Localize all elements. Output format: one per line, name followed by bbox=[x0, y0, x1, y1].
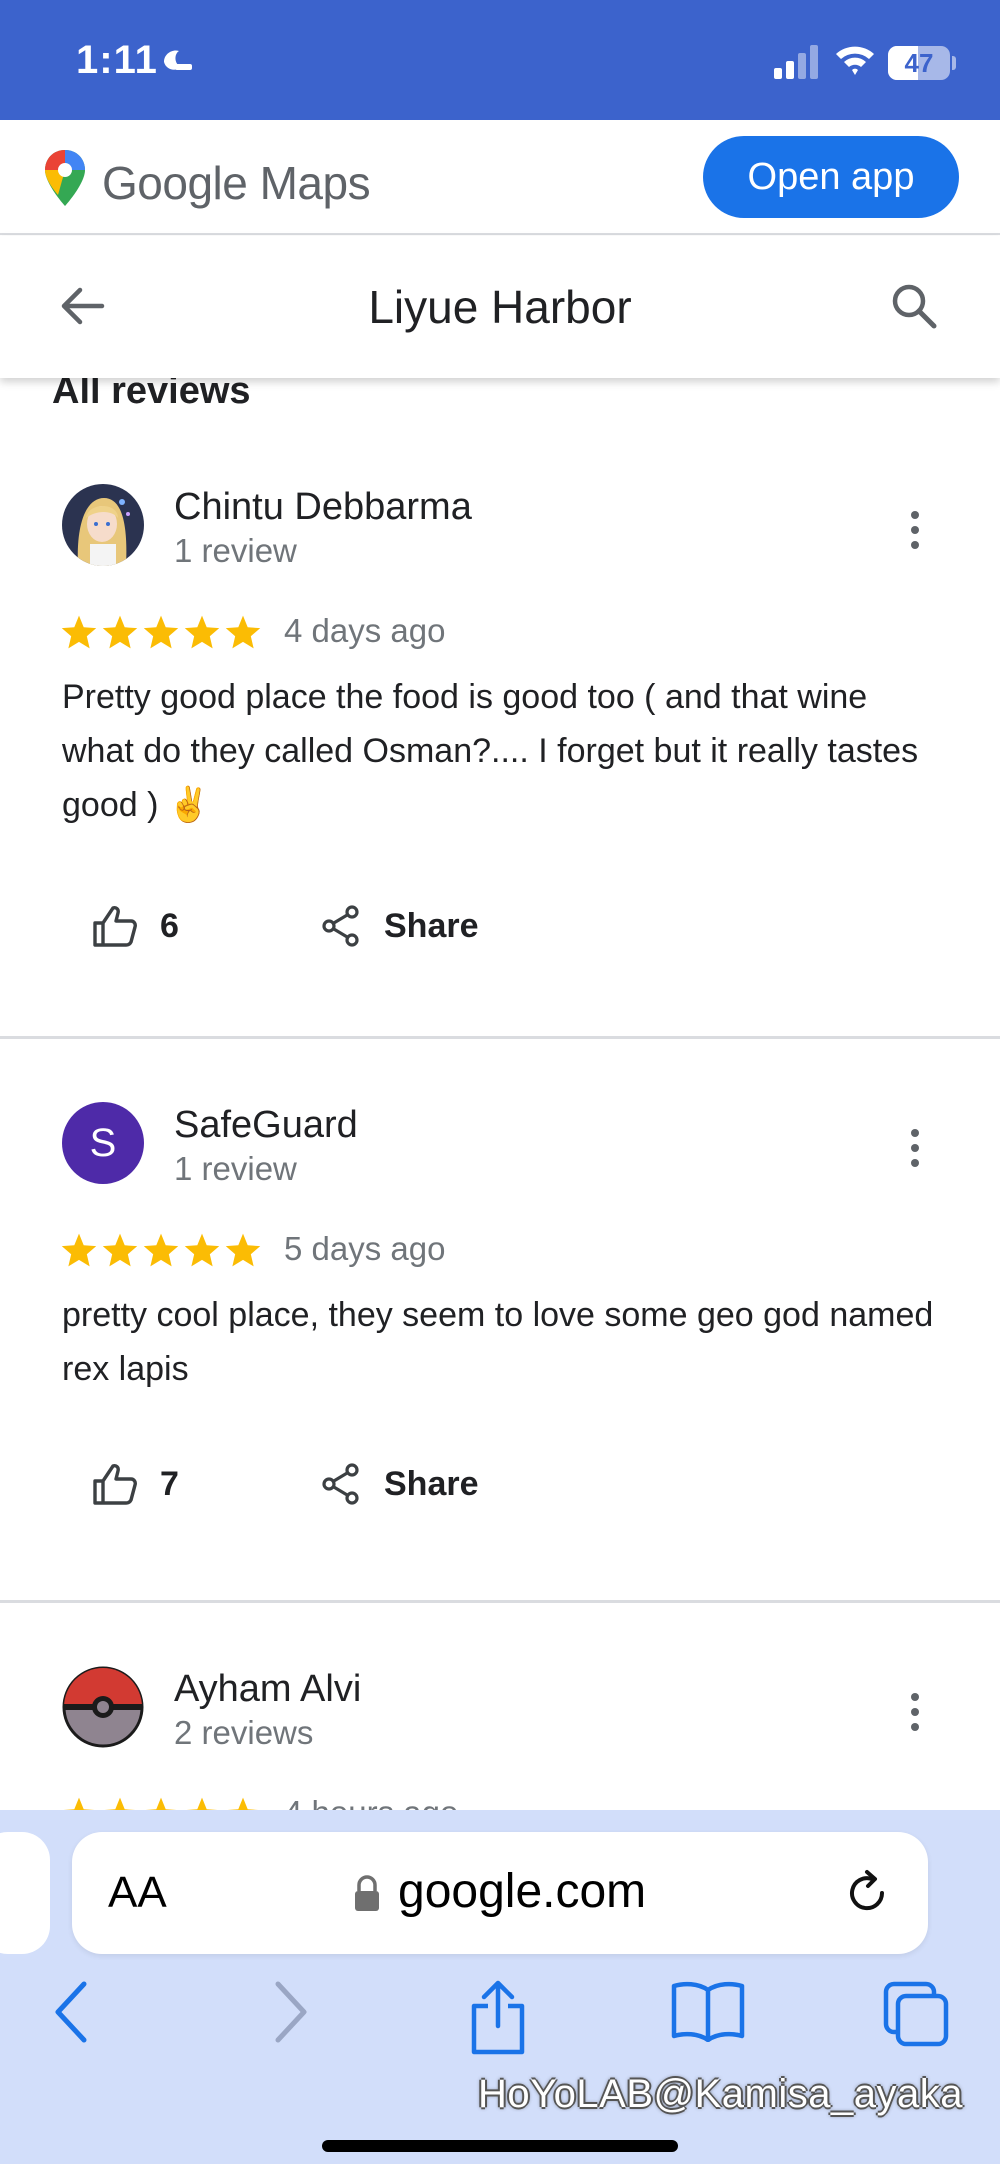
review-text: pretty cool place, they seem to love som… bbox=[62, 1296, 934, 1388]
battery-level: 47 bbox=[904, 48, 934, 78]
like-button[interactable]: 6 bbox=[92, 904, 179, 948]
share-label: Share bbox=[384, 906, 479, 945]
review-date: 5 days ago bbox=[284, 1230, 446, 1267]
share-label: Share bbox=[384, 1464, 479, 1503]
aa-label: AA bbox=[108, 1868, 167, 1917]
review-date: 4 days ago bbox=[284, 612, 446, 649]
star-rating bbox=[60, 1232, 262, 1268]
browser-nav-row bbox=[0, 1980, 1000, 2080]
share-sheet-icon[interactable] bbox=[468, 1980, 528, 2056]
review-divider bbox=[0, 1036, 1000, 1039]
share-icon bbox=[322, 1463, 359, 1505]
maps-header: Google Maps Open app bbox=[0, 120, 1000, 235]
star-icon bbox=[61, 615, 97, 649]
star-icon bbox=[184, 615, 220, 649]
wifi-icon bbox=[836, 46, 874, 75]
back-icon[interactable] bbox=[52, 1980, 92, 2044]
previous-tab-preview[interactable] bbox=[0, 1832, 50, 1954]
battery-indicator: 47 bbox=[888, 46, 950, 80]
status-bar: 1:11 47 bbox=[0, 0, 1000, 120]
reviewer-name[interactable]: Chintu Debbarma bbox=[174, 486, 472, 529]
share-button[interactable]: Share bbox=[320, 904, 479, 948]
browser-toolbar: AA google.com HoYoLAB@Kamisa_ayaka bbox=[0, 1810, 1000, 2164]
share-button[interactable]: Share bbox=[320, 1462, 479, 1506]
tabs-icon[interactable] bbox=[882, 1980, 952, 2050]
pokeball-avatar-icon bbox=[62, 1666, 144, 1748]
watermark: HoYoLAB@Kamisa_ayaka bbox=[478, 2072, 963, 2116]
address-bar[interactable]: AA google.com bbox=[72, 1832, 928, 1954]
url-text[interactable]: google.com bbox=[398, 1864, 646, 1919]
reviews-content[interactable]: All reviews Chintu Debbarma 1 review 4 d… bbox=[0, 360, 1000, 1812]
more-options-icon[interactable] bbox=[900, 1690, 930, 1734]
place-title-bar: Liyue Harbor bbox=[0, 236, 1000, 378]
open-app-button[interactable]: Open app bbox=[703, 136, 959, 218]
review-card: Chintu Debbarma 1 review 4 days ago Pret… bbox=[0, 484, 1000, 984]
star-icon bbox=[143, 1233, 179, 1267]
focus-mode-icon bbox=[164, 50, 192, 70]
more-options-icon[interactable] bbox=[900, 1126, 930, 1170]
avatar[interactable]: S bbox=[62, 1102, 144, 1184]
star-icon bbox=[102, 1233, 138, 1267]
review-card: S SafeGuard 1 review 5 days ago pretty c… bbox=[0, 1102, 1000, 1602]
lock-icon bbox=[355, 1875, 379, 1911]
cellular-signal-icon bbox=[774, 45, 818, 79]
bookmarks-icon[interactable] bbox=[670, 1980, 746, 2042]
review-text: Pretty good place the food is good too (… bbox=[62, 678, 919, 824]
share-icon bbox=[322, 905, 359, 947]
reload-icon[interactable] bbox=[842, 1868, 892, 1918]
home-indicator[interactable] bbox=[322, 2140, 678, 2152]
forward-icon[interactable] bbox=[270, 1980, 310, 2044]
reader-settings-button[interactable]: AA bbox=[108, 1868, 167, 1918]
like-button[interactable]: 7 bbox=[92, 1462, 179, 1506]
avatar-letter: S bbox=[89, 1120, 117, 1165]
avatar[interactable] bbox=[62, 484, 144, 566]
star-icon bbox=[225, 615, 261, 649]
star-icon bbox=[61, 1233, 97, 1267]
reviewer-name[interactable]: SafeGuard bbox=[174, 1104, 358, 1147]
review-card: Ayham Alvi 2 reviews 4 hours ago bbox=[0, 1666, 1000, 1812]
thumbs-up-icon bbox=[93, 906, 137, 947]
like-count: 6 bbox=[160, 906, 179, 945]
star-rating bbox=[60, 614, 262, 650]
google-maps-logo[interactable]: Google Maps bbox=[102, 156, 371, 210]
like-count: 7 bbox=[160, 1464, 179, 1503]
status-time: 1:11 bbox=[76, 38, 158, 82]
avatar[interactable] bbox=[62, 1666, 144, 1748]
google-maps-pin-icon bbox=[45, 150, 85, 206]
star-icon bbox=[184, 1233, 220, 1267]
star-icon bbox=[102, 615, 138, 649]
star-icon bbox=[143, 615, 179, 649]
thumbs-up-icon bbox=[93, 1464, 137, 1505]
search-icon[interactable] bbox=[888, 280, 940, 332]
anime-avatar-icon bbox=[62, 484, 144, 566]
place-title: Liyue Harbor bbox=[368, 281, 632, 333]
star-icon bbox=[225, 1233, 261, 1267]
review-divider bbox=[0, 1600, 1000, 1603]
reviewer-review-count: 1 review bbox=[174, 532, 297, 569]
reviewer-review-count: 2 reviews bbox=[174, 1714, 314, 1751]
reviewer-review-count: 1 review bbox=[174, 1150, 297, 1187]
more-options-icon[interactable] bbox=[900, 508, 930, 552]
battery-tip bbox=[952, 56, 956, 70]
reviewer-name[interactable]: Ayham Alvi bbox=[174, 1668, 361, 1711]
